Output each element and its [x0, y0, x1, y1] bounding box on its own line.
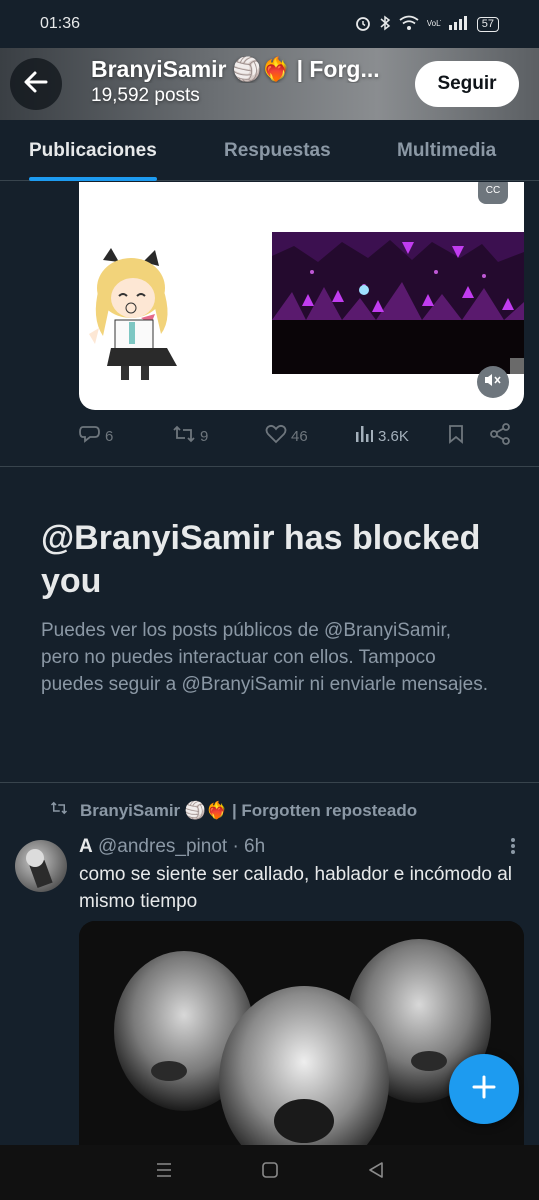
- like-button[interactable]: 46: [265, 424, 308, 448]
- active-tab-indicator: [29, 177, 157, 181]
- system-nav-bar: [0, 1145, 539, 1200]
- bookmark-button[interactable]: [447, 424, 465, 448]
- profile-header: BranyiSamir 🏐❤️‍🔥 | Forg... 19,592 posts…: [0, 48, 539, 120]
- author-name[interactable]: A: [79, 836, 93, 857]
- reply-button[interactable]: 6: [79, 424, 113, 448]
- views-count: 3.6K: [378, 427, 409, 445]
- captions-button[interactable]: CC: [478, 182, 508, 204]
- share-button[interactable]: [489, 423, 511, 449]
- compose-button[interactable]: [449, 1054, 519, 1124]
- repost-button[interactable]: 9: [172, 424, 208, 448]
- volume-muted-icon: [484, 372, 502, 393]
- back-button[interactable]: [10, 58, 62, 110]
- header-text: BranyiSamir 🏐❤️‍🔥 | Forg... 19,592 posts: [91, 56, 401, 107]
- blocked-description: Puedes ver los posts públicos de @Branyi…: [41, 620, 489, 695]
- analytics-icon: [354, 424, 374, 448]
- repost-label: BranyiSamir 🏐❤️‍🔥 | Forgotten reposteado: [80, 800, 418, 820]
- back-triangle-icon[interactable]: [368, 1162, 384, 1183]
- status-bar: 01:36 VoLTE 57: [0, 0, 539, 48]
- battery-indicator: 57: [476, 16, 499, 32]
- tab-multimedia[interactable]: Multimedia: [397, 120, 496, 181]
- profile-name: BranyiSamir 🏐❤️‍🔥 | Forg...: [91, 56, 380, 82]
- tab-label: Publicaciones: [29, 139, 157, 161]
- like-count: 46: [291, 427, 308, 445]
- repost-count: 9: [200, 427, 209, 445]
- heart-icon: [265, 424, 287, 448]
- author-handle[interactable]: @andres_pinot: [98, 836, 227, 857]
- follow-button[interactable]: Seguir: [415, 61, 519, 107]
- signal-icon: [448, 15, 469, 33]
- reply-count: 6: [105, 427, 114, 445]
- blocked-title: @BranyiSamir has blocked you: [41, 519, 481, 600]
- avatar[interactable]: [15, 840, 67, 892]
- tweet-text: como se siente ser callado, hablador e i…: [79, 864, 513, 912]
- tweet-header: A @andres_pinot · 6h: [79, 836, 265, 858]
- tab-label: Multimedia: [397, 139, 497, 161]
- volte-label: VoLTE: [426, 20, 441, 28]
- game-screenshot: [272, 232, 524, 374]
- alarm-icon: [355, 15, 371, 34]
- more-options-button[interactable]: [503, 836, 523, 856]
- share-icon: [489, 423, 511, 449]
- tab-respuestas[interactable]: Respuestas: [224, 120, 331, 181]
- tweet-time: · 6h: [232, 836, 266, 857]
- status-icons: VoLTE 57: [355, 15, 499, 34]
- comment-icon: [79, 424, 101, 448]
- divider: [0, 466, 539, 467]
- divider: [0, 782, 539, 783]
- bookmark-icon: [447, 424, 465, 448]
- cartoon-character-image: [81, 248, 193, 386]
- repost-icon: [172, 424, 196, 448]
- home-square-icon[interactable]: [262, 1162, 279, 1183]
- menu-icon[interactable]: [155, 1162, 173, 1183]
- repost-icon: [50, 800, 68, 821]
- plus-icon: [472, 1075, 496, 1104]
- repost-indicator[interactable]: BranyiSamir 🏐❤️‍🔥 | Forgotten reposteado: [50, 800, 417, 821]
- status-time: 01:36: [40, 15, 81, 32]
- tab-publicaciones[interactable]: Publicaciones: [29, 120, 157, 181]
- arrow-left-icon: [23, 69, 49, 100]
- profile-tabs: Publicaciones Respuestas Multimedia: [0, 120, 539, 181]
- wifi-icon: [399, 15, 419, 34]
- tweet-actions: 6 9 46 3.6K: [79, 418, 519, 454]
- more-vertical-icon: [510, 838, 516, 861]
- bluetooth-icon: [379, 15, 391, 34]
- mute-button[interactable]: [477, 366, 509, 398]
- tab-label: Respuestas: [224, 139, 331, 161]
- views-button[interactable]: 3.6K: [354, 424, 409, 448]
- posts-count: 19,592 posts: [91, 85, 200, 106]
- video-media[interactable]: CC: [79, 182, 524, 410]
